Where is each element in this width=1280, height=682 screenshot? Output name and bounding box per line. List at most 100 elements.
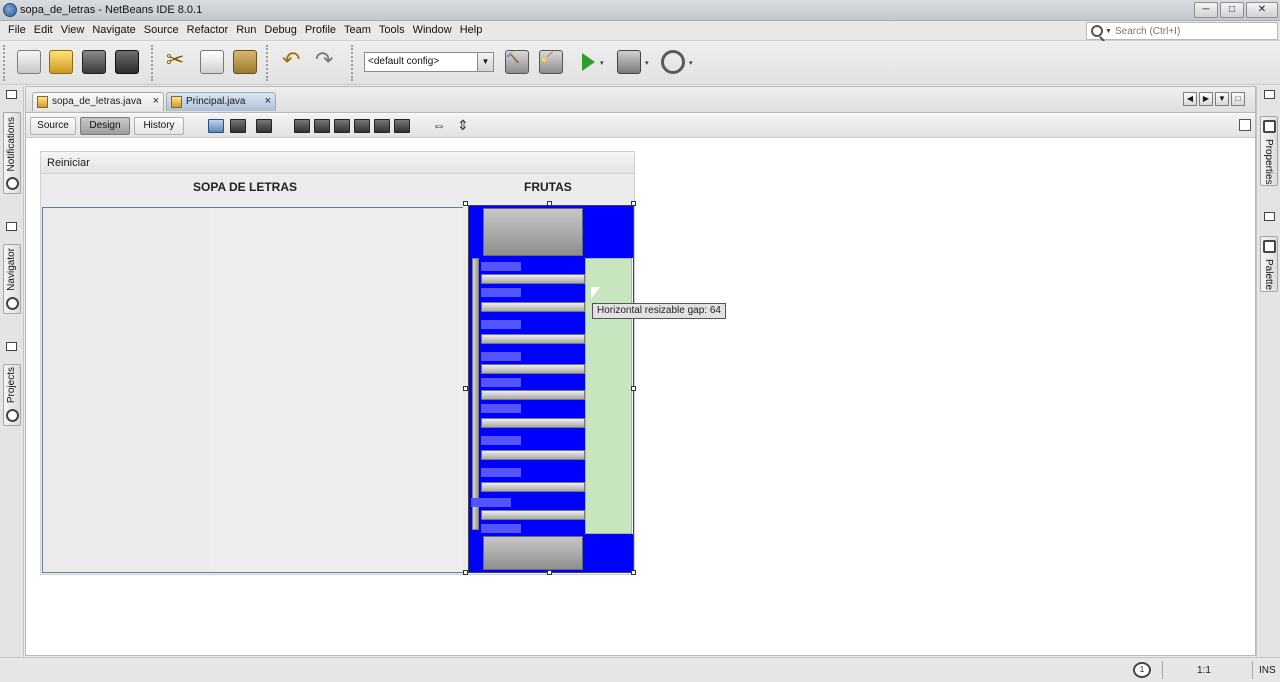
minimize-button[interactable]: ─ <box>1194 2 1218 18</box>
history-mode-button[interactable]: History <box>134 117 184 135</box>
form-menu-bar[interactable]: Reiniciar <box>41 152 634 174</box>
scroll-left-icon[interactable]: ◀ <box>1183 92 1197 106</box>
restore-window-icon[interactable] <box>6 90 17 99</box>
chevron-down-icon[interactable]: ▼ <box>477 53 493 71</box>
resize-handle[interactable] <box>463 570 468 575</box>
align-right-icon[interactable] <box>314 119 330 133</box>
fruit-checkbox-row[interactable] <box>481 302 585 312</box>
run-dropdown-icon[interactable]: ▾ <box>600 59 604 67</box>
build-icon[interactable] <box>505 50 529 74</box>
selection-mode-icon[interactable] <box>208 119 224 133</box>
fruit-label[interactable] <box>471 498 511 507</box>
resize-handle[interactable] <box>463 386 468 391</box>
notifications-tab[interactable]: Notifications <box>3 112 21 194</box>
fruit-label[interactable] <box>481 468 521 477</box>
menu-debug[interactable]: Debug <box>260 21 300 39</box>
align-bottom-icon[interactable] <box>374 119 390 133</box>
cut-icon[interactable] <box>165 47 189 74</box>
maximize-window-icon[interactable]: □ <box>1231 92 1245 106</box>
fruit-label[interactable] <box>481 436 521 445</box>
tab-sopa-de-letras[interactable]: sopa_de_letras.java × <box>32 92 164 111</box>
projects-tab[interactable]: Projects <box>3 364 21 426</box>
fruit-label[interactable] <box>481 288 521 297</box>
fruit-label[interactable] <box>481 262 521 271</box>
restore-window-icon[interactable] <box>6 222 17 231</box>
profile-icon[interactable] <box>661 50 685 74</box>
source-mode-button[interactable]: Source <box>30 117 76 135</box>
fruit-label[interactable] <box>481 320 521 329</box>
fruit-image-top[interactable] <box>483 208 583 256</box>
menu-file[interactable]: File <box>4 21 30 39</box>
clean-build-icon[interactable] <box>539 50 563 74</box>
menu-help[interactable]: Help <box>456 21 487 39</box>
resizable-gap-area[interactable] <box>585 258 632 534</box>
debug-icon[interactable] <box>617 50 641 74</box>
fruit-checkbox-row[interactable] <box>481 364 585 374</box>
resize-handle[interactable] <box>631 386 636 391</box>
resize-handle[interactable] <box>631 570 636 575</box>
resize-handle[interactable] <box>547 570 552 575</box>
menu-view[interactable]: View <box>57 21 89 39</box>
fruit-label[interactable] <box>481 352 521 361</box>
align-top-icon[interactable] <box>354 119 370 133</box>
scroll-right-icon[interactable]: ▶ <box>1199 92 1213 106</box>
search-input[interactable] <box>1115 24 1275 38</box>
navigator-tab[interactable]: Navigator <box>3 244 21 314</box>
paste-icon[interactable] <box>233 50 257 74</box>
resize-handle[interactable] <box>631 201 636 206</box>
fruit-checkbox-row[interactable] <box>481 274 585 284</box>
fruit-checkbox-row[interactable] <box>481 390 585 400</box>
palette-toggle-icon[interactable] <box>1239 119 1251 131</box>
search-dropdown-icon[interactable]: ▼ <box>1105 28 1112 35</box>
design-mode-button[interactable]: Design <box>80 117 130 135</box>
new-file-icon[interactable] <box>17 50 41 74</box>
restore-window-icon[interactable] <box>6 342 17 351</box>
align-left-icon[interactable] <box>294 119 310 133</box>
center-horizontal-icon[interactable] <box>334 119 350 133</box>
restore-window-icon[interactable] <box>1264 212 1275 221</box>
reiniciar-menu[interactable]: Reiniciar <box>47 157 90 169</box>
preview-design-icon[interactable] <box>256 119 272 133</box>
menu-navigate[interactable]: Navigate <box>88 21 139 39</box>
fruit-checkbox-row[interactable] <box>481 482 585 492</box>
properties-tab[interactable]: Properties <box>1260 116 1278 186</box>
menu-edit[interactable]: Edit <box>30 21 57 39</box>
fruit-checkbox-row[interactable] <box>481 450 585 460</box>
resize-horizontal-icon[interactable]: ⇔ <box>431 118 447 133</box>
quick-search[interactable]: ▼ <box>1086 22 1278 40</box>
menu-source[interactable]: Source <box>140 21 183 39</box>
jframe-form[interactable]: Reiniciar SOPA DE LETRAS FRUTAS <box>40 151 636 575</box>
fruit-checkbox-row[interactable] <box>481 334 585 344</box>
tab-principal[interactable]: Principal.java × <box>166 92 276 111</box>
menu-profile[interactable]: Profile <box>301 21 340 39</box>
menu-window[interactable]: Window <box>409 21 456 39</box>
frutas-header-label[interactable]: FRUTAS <box>524 180 572 194</box>
save-all-icon[interactable] <box>115 50 139 74</box>
palette-tab[interactable]: Palette <box>1260 236 1278 292</box>
center-vertical-icon[interactable] <box>394 119 410 133</box>
fruit-checkbox-row[interactable] <box>481 418 585 428</box>
new-project-icon[interactable] <box>49 50 73 74</box>
fruit-image-bottom[interactable] <box>483 536 583 570</box>
profile-dropdown-icon[interactable]: ▾ <box>689 59 693 67</box>
fruit-label[interactable] <box>481 404 521 413</box>
menu-refactor[interactable]: Refactor <box>183 21 233 39</box>
debug-dropdown-icon[interactable]: ▾ <box>645 59 649 67</box>
close-icon[interactable]: × <box>153 95 159 107</box>
sopa-header-label[interactable]: SOPA DE LETRAS <box>193 180 297 194</box>
resize-handle[interactable] <box>463 201 468 206</box>
open-project-icon[interactable] <box>82 50 106 74</box>
notifications-badge-icon[interactable]: 1 <box>1133 662 1151 678</box>
resize-handle[interactable] <box>547 201 552 206</box>
redo-icon[interactable] <box>314 47 338 74</box>
restore-window-icon[interactable] <box>1264 90 1275 99</box>
show-documents-icon[interactable]: ▼ <box>1215 92 1229 106</box>
menu-tools[interactable]: Tools <box>375 21 409 39</box>
close-icon[interactable]: × <box>265 95 271 107</box>
menu-run[interactable]: Run <box>232 21 260 39</box>
close-button[interactable]: ✕ <box>1246 2 1278 18</box>
fruit-label[interactable] <box>481 378 521 387</box>
copy-icon[interactable] <box>200 50 224 74</box>
maximize-button[interactable]: □ <box>1220 2 1244 18</box>
fruits-panel[interactable] <box>468 205 634 573</box>
